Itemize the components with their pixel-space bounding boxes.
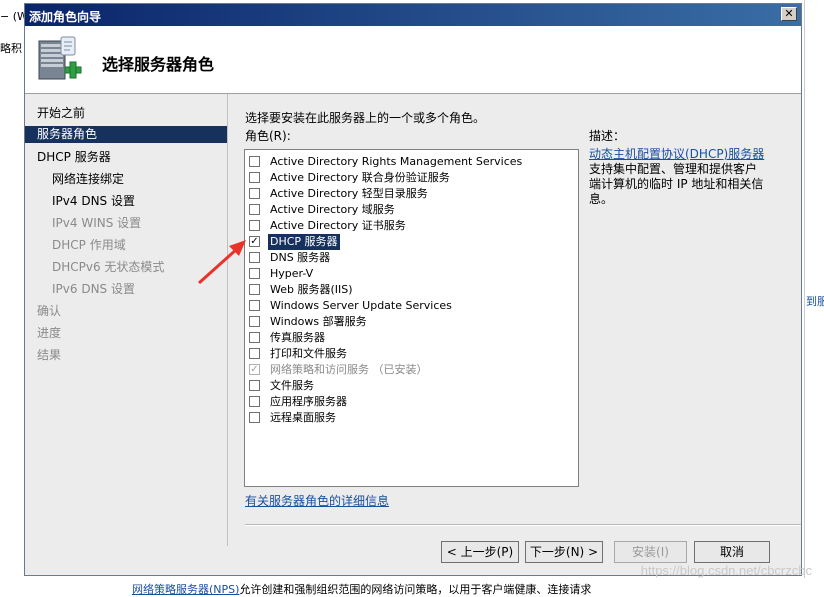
annotation-arrow-icon xyxy=(197,240,246,285)
watermark: https://blog.csdn.net/cbcrzcbc xyxy=(640,563,812,578)
